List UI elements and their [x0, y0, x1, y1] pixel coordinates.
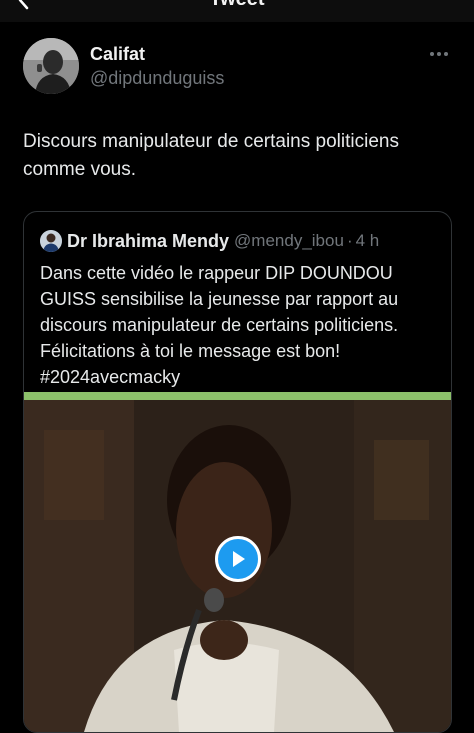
author-display-name[interactable]: Califat: [90, 44, 145, 65]
video-player[interactable]: [24, 392, 451, 732]
quoted-tweet-header: Dr Ibrahima Mendy @mendy_ibou · 4 h: [40, 229, 379, 253]
play-icon[interactable]: [215, 536, 261, 582]
quoted-tweet-card[interactable]: Dr Ibrahima Mendy @mendy_ibou · 4 h Dans…: [23, 211, 452, 733]
page-title: Tweet: [0, 0, 474, 11]
quoted-author-name: Dr Ibrahima Mendy: [67, 230, 230, 251]
quoted-author-handle: @mendy_ibou: [234, 231, 344, 250]
author-handle[interactable]: @dipdunduguiss: [90, 68, 224, 89]
quoted-author-avatar: [40, 230, 62, 252]
separator-dot: ·: [346, 231, 353, 250]
more-dots-icon[interactable]: [428, 46, 450, 62]
tweet-text: Discours manipulateur de certains politi…: [23, 131, 399, 180]
quoted-tweet-time: 4 h: [355, 231, 380, 250]
media-accent-bar: [24, 392, 451, 400]
author-avatar[interactable]: [23, 38, 79, 94]
top-navigation-bar: Tweet: [0, 0, 474, 22]
quoted-tweet-text: Dans cette vidéo le rappeur DIP DOUNDOU …: [40, 263, 399, 387]
